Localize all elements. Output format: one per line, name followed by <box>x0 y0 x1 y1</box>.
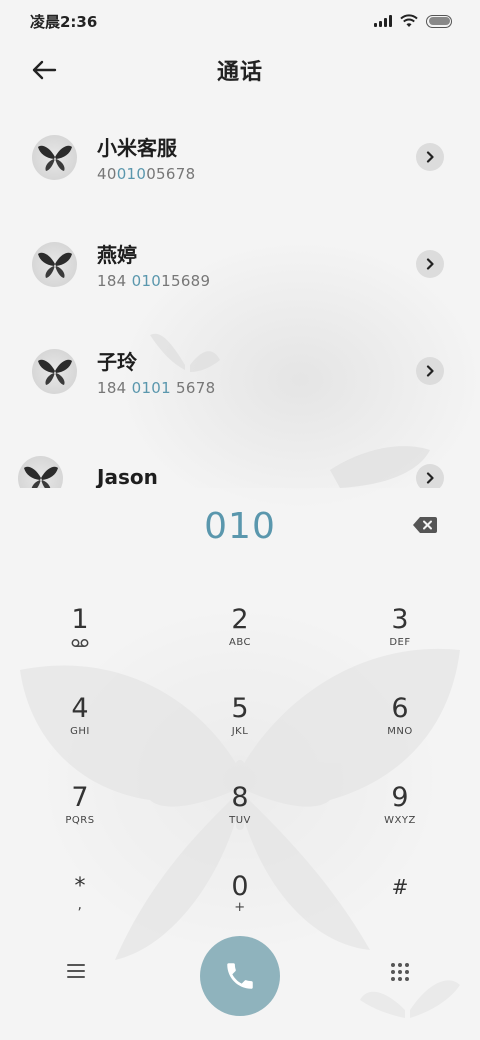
number-match: 010 <box>131 272 162 290</box>
key-letters: ABC <box>228 637 251 648</box>
dialer-actions <box>0 930 480 1016</box>
contact-row[interactable]: 燕婷 184 01015689 <box>0 211 480 318</box>
number-prefix: 184 <box>97 272 132 290</box>
contact-detail-button[interactable] <box>416 464 444 488</box>
key-letters: + <box>234 900 246 915</box>
contact-name: 燕婷 <box>97 243 137 267</box>
contact-name: Jason <box>97 464 158 489</box>
backspace-button[interactable] <box>412 516 442 538</box>
key-letters: , <box>77 897 83 913</box>
number-match: 010 <box>116 165 147 183</box>
number-suffix: 05678 <box>146 165 196 183</box>
key-digit: 9 <box>391 782 409 813</box>
contact-row[interactable]: Jason <box>0 425 480 488</box>
chevron-right-icon <box>426 151 434 163</box>
battery-icon <box>426 14 452 28</box>
call-button[interactable] <box>200 936 280 1016</box>
contact-row[interactable]: 小米客服 4001005678 <box>0 104 480 211</box>
key-letters: DEF <box>389 637 411 648</box>
dialer-panel: 010 1 2 ABC 3 DEF 4 GHI 5 JKL 6 MNO 7 PQ… <box>0 488 480 1040</box>
dialpad-icon <box>391 963 409 981</box>
butterfly-avatar-icon <box>37 252 72 278</box>
chevron-right-icon <box>426 258 434 270</box>
key-digit: 3 <box>391 604 409 635</box>
contact-number: 184 01015689 <box>97 272 210 290</box>
key-4[interactable]: 4 GHI <box>20 693 140 765</box>
menu-button[interactable] <box>66 962 90 984</box>
status-bar: 凌晨2:36 <box>0 0 480 42</box>
butterfly-avatar-icon <box>37 359 72 385</box>
key-letters: WXYZ <box>384 815 416 826</box>
key-letters: JKL <box>231 726 249 737</box>
key-digit: 2 <box>231 604 249 635</box>
number-match: 0101 <box>131 379 171 397</box>
avatar <box>18 456 63 488</box>
header: 通话 <box>0 42 480 98</box>
chevron-right-icon <box>426 365 434 377</box>
key-1[interactable]: 1 <box>20 604 140 676</box>
voicemail-icon <box>71 639 89 647</box>
key-digit: 0 <box>231 871 249 902</box>
signal-icon <box>374 15 392 27</box>
key-8[interactable]: 8 TUV <box>180 782 300 854</box>
contact-row[interactable]: 子玲 184 0101 5678 <box>0 318 480 425</box>
chevron-right-icon <box>426 472 434 484</box>
contact-number: 184 0101 5678 <box>97 379 215 397</box>
number-suffix: 15689 <box>161 272 211 290</box>
contact-info: Jason <box>97 465 158 489</box>
status-time: 凌晨2:36 <box>30 12 98 31</box>
contact-info: 子玲 184 0101 5678 <box>97 346 215 397</box>
key-9[interactable]: 9 WXYZ <box>340 782 460 854</box>
contact-info: 燕婷 184 01015689 <box>97 239 210 290</box>
status-icons <box>374 14 452 28</box>
key-5[interactable]: 5 JKL <box>180 693 300 765</box>
key-digit: # <box>391 875 409 899</box>
key-digit: 6 <box>391 693 409 724</box>
contact-detail-button[interactable] <box>416 143 444 171</box>
phone-icon <box>227 963 253 989</box>
menu-icon <box>67 964 85 978</box>
dialpad-toggle-button[interactable] <box>390 962 412 984</box>
key-digit: 1 <box>71 604 89 635</box>
contact-number: 4001005678 <box>97 165 195 183</box>
dial-input-row: 010 <box>0 488 480 568</box>
contact-suggestion-list[interactable]: 小米客服 4001005678 燕婷 184 01015689 子玲 184 0… <box>0 104 480 488</box>
avatar <box>32 135 77 180</box>
avatar <box>32 349 77 394</box>
key-letters: TUV <box>229 815 251 826</box>
backspace-icon <box>413 517 437 533</box>
key-7[interactable]: 7 PQRS <box>20 782 140 854</box>
key-letters: GHI <box>70 726 90 737</box>
wifi-icon <box>400 14 418 27</box>
key-digit: 5 <box>231 693 249 724</box>
arrow-left-icon <box>32 60 57 80</box>
key-3[interactable]: 3 DEF <box>340 604 460 676</box>
page-title: 通话 <box>216 60 263 85</box>
key-digit: 4 <box>71 693 89 724</box>
key-6[interactable]: 6 MNO <box>340 693 460 765</box>
contact-name: 小米客服 <box>97 136 177 160</box>
butterfly-avatar-icon <box>23 466 58 488</box>
number-suffix: 5678 <box>170 379 216 397</box>
avatar <box>32 242 77 287</box>
contact-name: 子玲 <box>97 350 137 374</box>
number-prefix: 184 <box>97 379 132 397</box>
back-button[interactable] <box>26 54 62 86</box>
contact-info: 小米客服 4001005678 <box>97 132 195 183</box>
contact-detail-button[interactable] <box>416 357 444 385</box>
key-digit: 8 <box>231 782 249 813</box>
key-2[interactable]: 2 ABC <box>180 604 300 676</box>
key-letters: MNO <box>387 726 413 737</box>
butterfly-avatar-icon <box>37 145 72 171</box>
key-digit: 7 <box>71 782 89 813</box>
key-letters: PQRS <box>65 815 95 826</box>
contact-detail-button[interactable] <box>416 250 444 278</box>
number-prefix: 40 <box>97 165 117 183</box>
dial-number-input[interactable]: 010 <box>0 506 480 547</box>
